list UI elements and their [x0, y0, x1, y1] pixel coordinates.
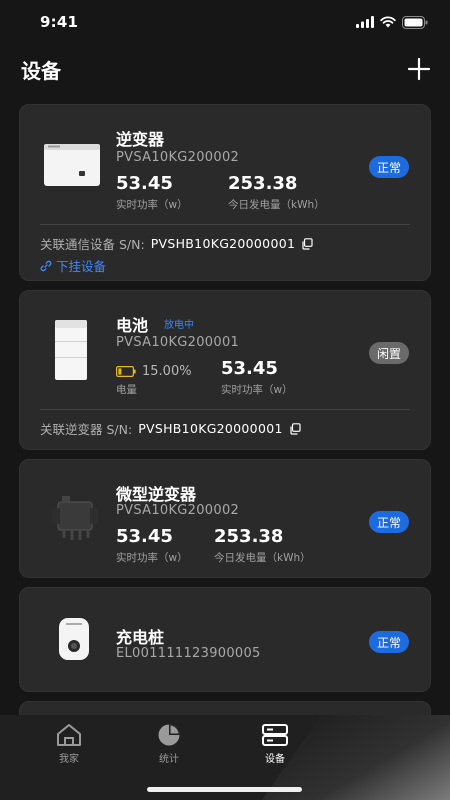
- pie-chart-icon: [158, 724, 180, 746]
- tab-home[interactable]: 我家: [34, 723, 104, 773]
- metric-power-label: 实时功率（w）: [116, 552, 188, 564]
- device-card-micro-inverter[interactable]: 微型逆变器 PVSA10KG200002 正常 53.45 实时功率（w） 25…: [19, 459, 431, 578]
- link-icon: [40, 260, 52, 271]
- device-name: 微型逆变器: [116, 485, 197, 504]
- device-icon: [262, 724, 288, 746]
- home-indicator: [147, 787, 302, 792]
- home-icon: [57, 724, 81, 746]
- tab-statistics-label: 统计: [159, 754, 179, 765]
- battery-image: [46, 319, 96, 381]
- device-sn: PVSA10KG200001: [116, 335, 240, 350]
- metric-energy-value: 253.38: [228, 173, 298, 194]
- device-card-battery[interactable]: 电池 放电中 PVSA10KG200001 闲置 15.00% 电量 53.45…: [19, 290, 431, 450]
- ev-charger-image: [54, 615, 94, 663]
- tab-devices[interactable]: 设备: [240, 723, 310, 773]
- cellular-signal-icon: [356, 16, 374, 28]
- linked-inverter-row: 关联逆变器 S/N: PVSHB10KG20000001: [40, 419, 301, 438]
- linked-inverter-sn: PVSHB10KG20000001: [138, 421, 283, 436]
- device-card-inverter[interactable]: 逆变器 PVSA10KG200002 正常 53.45 实时功率（w） 253.…: [19, 104, 431, 281]
- status-badge: 闲置: [369, 342, 410, 364]
- battery-soc-value: 15.00%: [142, 364, 192, 379]
- device-name: 充电桩: [116, 628, 165, 647]
- status-badge: 正常: [369, 511, 410, 533]
- sub-devices-link[interactable]: 下挂设备: [40, 256, 106, 275]
- tab-devices-label: 设备: [265, 754, 285, 765]
- status-time: 9:41: [40, 13, 79, 31]
- metric-power-value: 53.45: [116, 526, 173, 547]
- plus-icon: [407, 57, 431, 81]
- tab-statistics[interactable]: 统计: [134, 723, 204, 773]
- page-title: 设备: [21, 58, 61, 83]
- sub-devices-label: 下挂设备: [56, 259, 107, 274]
- copy-icon[interactable]: [301, 237, 313, 250]
- status-bar: 9:41: [0, 0, 450, 44]
- battery-soc-label: 电量: [116, 384, 137, 396]
- linked-device-row: 关联通信设备 S/N: PVSHB10KG20000001: [40, 234, 313, 253]
- inverter-image: [42, 141, 102, 189]
- discharging-tag: 放电中: [164, 320, 194, 331]
- wifi-icon: [380, 16, 396, 28]
- metric-energy-label: 今日发电量（kWh）: [228, 199, 325, 211]
- battery-soc: 15.00%: [116, 364, 192, 379]
- status-badge: 正常: [369, 631, 410, 653]
- device-sn: EL001111123900005: [116, 646, 261, 661]
- divider: [40, 409, 410, 410]
- linked-inverter-label: 关联逆变器 S/N:: [40, 422, 133, 437]
- device-name: 逆变器: [116, 130, 165, 149]
- device-card-ev-charger[interactable]: 充电桩 EL001111123900005 正常: [19, 587, 431, 692]
- header: 设备: [0, 52, 450, 86]
- add-device-button[interactable]: [404, 54, 434, 84]
- status-icons: [356, 15, 428, 29]
- metric-energy-label: 今日发电量（kWh）: [214, 552, 311, 564]
- linked-device-sn: PVSHB10KG20000001: [150, 236, 296, 251]
- linked-device-label: 关联通信设备 S/N:: [40, 237, 145, 252]
- device-sn: PVSA10KG200002: [116, 503, 240, 518]
- device-name: 电池: [116, 316, 149, 335]
- battery-status-icon: [402, 15, 428, 29]
- copy-icon[interactable]: [289, 422, 301, 435]
- metric-power-value: 53.45: [116, 173, 173, 194]
- battery-low-icon: [116, 366, 136, 377]
- divider: [40, 224, 410, 225]
- metric-power-label: 实时功率（w）: [221, 384, 293, 396]
- micro-inverter-image: [46, 492, 106, 546]
- metric-power-label: 实时功率（w）: [116, 199, 188, 211]
- status-badge: 正常: [369, 156, 410, 178]
- metric-energy-value: 253.38: [214, 526, 284, 547]
- tab-home-label: 我家: [59, 754, 79, 765]
- device-sn: PVSA10KG200002: [116, 150, 240, 165]
- metric-power-value: 53.45: [221, 358, 278, 379]
